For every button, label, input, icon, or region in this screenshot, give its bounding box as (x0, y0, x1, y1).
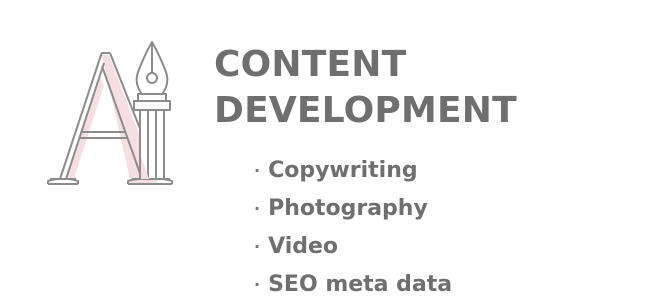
service-label: Video (268, 233, 339, 259)
section-title-line-1: CONTENT (214, 44, 407, 85)
bullet: · (254, 198, 261, 218)
section-title-line-2: DEVELOPMENT (214, 90, 517, 131)
content-development-card: CONTENT DEVELOPMENT · Copywriting · Phot… (0, 0, 671, 297)
bullet: · (254, 236, 261, 256)
list-item: · Video (254, 227, 452, 265)
service-label: Photography (268, 195, 428, 221)
section-title: CONTENT DEVELOPMENT (214, 42, 517, 134)
services-list: · Copywriting · Photography · Video · SE… (254, 151, 452, 297)
service-label: SEO meta data (268, 271, 453, 297)
bullet: · (254, 160, 261, 180)
service-label: Copywriting (268, 157, 418, 183)
letter-a-fountain-pen-icon (30, 36, 180, 190)
list-item: · Photography (254, 189, 452, 227)
list-item: · Copywriting (254, 151, 452, 189)
list-item: · SEO meta data (254, 265, 452, 297)
bullet: · (254, 274, 261, 294)
